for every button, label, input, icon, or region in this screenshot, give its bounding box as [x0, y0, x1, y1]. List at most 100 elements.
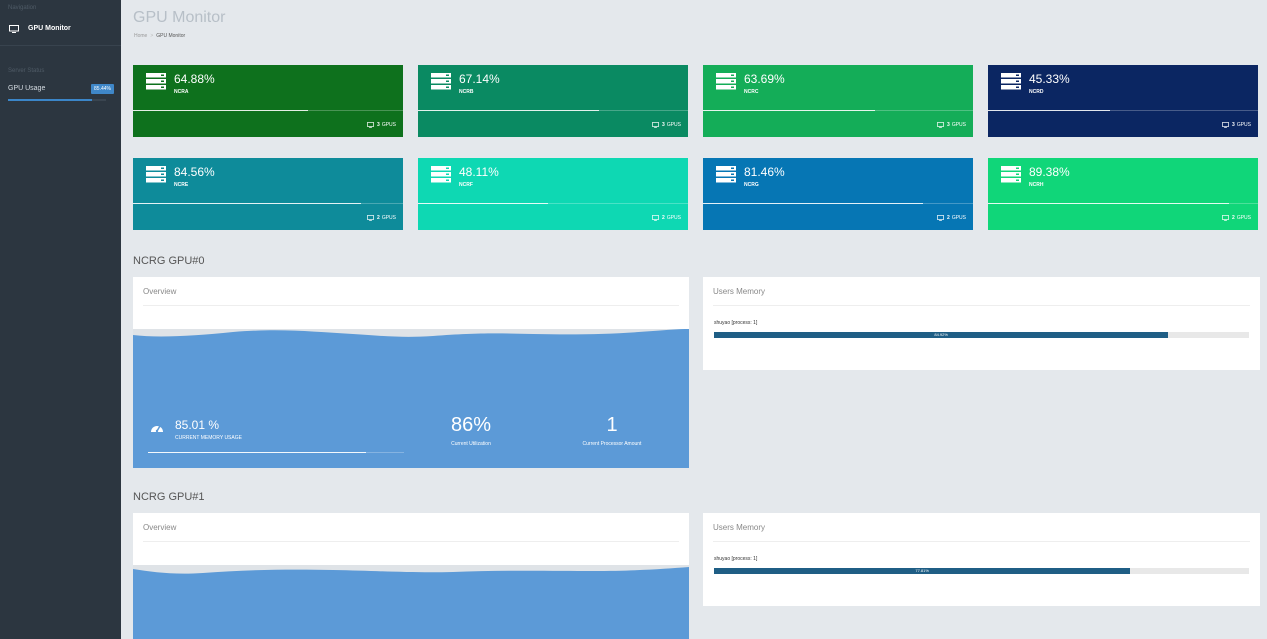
- processor-amount-value: 1: [606, 414, 618, 436]
- nav-item-gpu-monitor[interactable]: GPU Monitor: [0, 15, 121, 42]
- server-icon: [431, 73, 451, 90]
- memory-usage-label: CURRENT MEMORY USAGE: [175, 435, 242, 441]
- panel-divider: [143, 305, 679, 306]
- gpu-count-label: GPUS: [666, 215, 681, 221]
- server-icon: [431, 166, 451, 183]
- server-gpu-count: 2 GPUS: [367, 215, 396, 221]
- memory-usage-progress-fill: [148, 452, 366, 453]
- server-icon: [146, 73, 166, 90]
- server-usage-progress: [703, 203, 973, 204]
- monitor-icon: [367, 122, 375, 128]
- gpu0-overview-title: Overview: [143, 287, 177, 296]
- server-card[interactable]: 89.38% NCRH 2 GPUS: [988, 158, 1258, 230]
- monitor-icon: [1222, 122, 1230, 128]
- monitor-icon: [1222, 215, 1230, 221]
- server-name: NCRD: [1029, 89, 1044, 95]
- gpu-usage-progress: [8, 99, 106, 101]
- gpu1-users-memory-title: Users Memory: [713, 523, 766, 532]
- server-usage-progress-fill: [988, 110, 1111, 111]
- server-name: NCRA: [174, 89, 189, 95]
- breadcrumb-current: GPU Monitor: [156, 33, 186, 39]
- server-usage-progress: [133, 110, 403, 111]
- server-name: NCRB: [459, 89, 474, 95]
- gpu1-overview-chart: [133, 565, 689, 639]
- page-title: GPU Monitor: [133, 9, 226, 26]
- server-gpu-count: 3 GPUS: [367, 122, 396, 128]
- server-card[interactable]: 48.11% NCRF 2 GPUS: [418, 158, 688, 230]
- server-usage-progress: [988, 110, 1258, 111]
- server-icon: [1001, 73, 1021, 90]
- gpu1-users-memory-panel: Users Memory shuyao [process: 1] 77.81%: [703, 513, 1260, 606]
- gpu-usage-badge: 85.44%: [91, 84, 114, 94]
- server-card[interactable]: 64.88% NCRA 3 GPUS: [133, 65, 403, 137]
- server-card[interactable]: 81.46% NCRG 2 GPUS: [703, 158, 973, 230]
- gpu1-user-name: shuyao [process: 1]: [714, 556, 758, 562]
- gpu0-overview-panel: Overview: [133, 277, 689, 397]
- server-usage-progress: [133, 203, 403, 204]
- gpu0-users-memory-title: Users Memory: [713, 287, 766, 296]
- gpu1-overview-title: Overview: [143, 523, 177, 532]
- server-icon: [146, 166, 166, 183]
- sidebar: Navigation GPU Monitor Server Status GPU…: [0, 0, 121, 639]
- server-icon: [716, 166, 736, 183]
- monitor-icon: [652, 215, 660, 221]
- server-usage-value: 84.56%: [174, 165, 215, 179]
- server-card[interactable]: 63.69% NCRC 3 GPUS: [703, 65, 973, 137]
- gpu0-user-memory-bar: 84.92%: [714, 332, 1249, 338]
- monitor-icon: [937, 215, 945, 221]
- server-card[interactable]: 84.56% NCRE 2 GPUS: [133, 158, 403, 230]
- gpu-count-label: GPUS: [381, 122, 396, 128]
- server-name: NCRF: [459, 182, 473, 188]
- gpu1-user-memory-bar: 77.81%: [714, 568, 1249, 574]
- breadcrumb-home[interactable]: Home: [134, 33, 147, 39]
- server-card[interactable]: 45.33% NCRD 3 GPUS: [988, 65, 1258, 137]
- processor-amount-label: Current Processor Amount: [582, 441, 642, 447]
- panel-divider: [713, 305, 1250, 306]
- server-name: NCRC: [744, 89, 759, 95]
- server-icon: [716, 73, 736, 90]
- gpu-count-value: 2: [1232, 215, 1235, 221]
- server-usage-progress-fill: [133, 203, 362, 204]
- server-icon: [1001, 166, 1021, 183]
- gpu1-overview-panel: Overview: [133, 513, 689, 639]
- server-usage-progress-fill: [418, 110, 600, 111]
- server-usage-progress: [418, 110, 688, 111]
- status-header: Server Status: [8, 68, 45, 74]
- gpu1-user-memory-fill: 77.81%: [714, 568, 1131, 574]
- gpu-count-label: GPUS: [951, 122, 966, 128]
- gpu1-usage-area: [133, 567, 689, 639]
- server-gpu-count: 2 GPUS: [1222, 215, 1251, 221]
- sidebar-divider: [0, 45, 121, 46]
- gpu-count-value: 2: [947, 215, 950, 221]
- memory-usage-progress: [148, 452, 404, 453]
- gpu0-overview-chart: [133, 329, 689, 397]
- server-name: NCRE: [174, 182, 189, 188]
- server-name: NCRH: [1029, 182, 1044, 188]
- gpu-count-value: 3: [377, 122, 380, 128]
- server-usage-progress-fill: [703, 110, 875, 111]
- gpu0-usage-area: [133, 329, 689, 397]
- gpu-count-label: GPUS: [951, 215, 966, 221]
- server-gpu-count: 3 GPUS: [937, 122, 966, 128]
- gpu0-stats: 85.01 % CURRENT MEMORY USAGE 86% Current…: [133, 397, 689, 468]
- memory-usage-value: 85.01 %: [175, 418, 220, 432]
- gpu-count-label: GPUS: [1236, 215, 1251, 221]
- server-gpu-count: 2 GPUS: [937, 215, 966, 221]
- server-gpu-count: 3 GPUS: [652, 122, 681, 128]
- server-usage-value: 45.33%: [1029, 72, 1070, 86]
- gpu-usage-label: GPU Usage: [8, 85, 46, 92]
- gpu-count-value: 2: [377, 215, 380, 221]
- server-usage-progress-fill: [988, 203, 1230, 204]
- server-usage-value: 89.38%: [1029, 165, 1070, 179]
- server-usage-progress: [703, 110, 973, 111]
- gpu1-section-title: NCRG GPU#1: [133, 491, 205, 503]
- breadcrumb: Home > GPU Monitor: [134, 33, 186, 39]
- nav-item-label: GPU Monitor: [28, 25, 71, 32]
- panel-divider: [713, 541, 1250, 542]
- monitor-icon: [937, 122, 945, 128]
- server-card[interactable]: 67.14% NCRB 3 GPUS: [418, 65, 688, 137]
- utilization-label: Current Utilization: [451, 441, 491, 447]
- server-usage-progress-fill: [703, 203, 923, 204]
- monitor-icon: [9, 24, 19, 33]
- gpu-count-label: GPUS: [381, 215, 396, 221]
